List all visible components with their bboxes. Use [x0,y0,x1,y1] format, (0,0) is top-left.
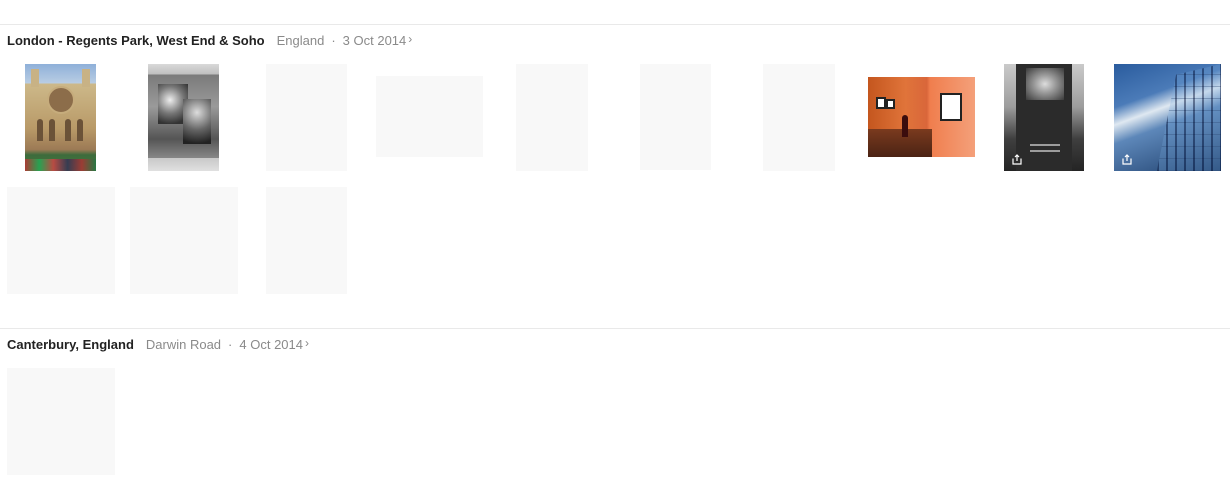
cathedral-tower [31,69,39,87]
share-icon[interactable] [1122,154,1132,165]
photo-placeholder[interactable] [763,64,835,171]
photo-thumbnail[interactable] [1114,64,1221,171]
gallery-frame [886,99,895,109]
crowd [25,159,96,171]
photo-thumbnail[interactable] [148,64,219,171]
chevron-right-icon[interactable]: › [408,32,412,46]
mural-figure [183,99,211,144]
photo-placeholder[interactable] [7,187,115,294]
poster-image [1026,68,1064,100]
share-icon[interactable] [1012,154,1022,165]
cathedral-window [65,119,71,141]
photo-placeholder[interactable] [266,187,347,294]
gallery-floor [868,129,933,157]
gallery-visitor [902,115,908,137]
photo-placeholder[interactable] [516,64,588,171]
photo-thumbnail[interactable] [868,77,975,157]
moment-title[interactable]: Canterbury, England [7,337,134,352]
moment-separator: · [331,32,336,48]
photo-thumbnail[interactable] [25,64,96,171]
moment-title[interactable]: London - Regents Park, West End & Soho [7,33,265,48]
gallery-frame [876,97,886,109]
cathedral-tower [82,69,90,87]
section-divider [0,328,1230,329]
poster-edge [1072,64,1084,171]
photo-placeholder[interactable] [7,368,115,475]
photo-placeholder[interactable] [640,64,711,170]
building-facade [1156,64,1221,171]
cathedral-window [37,119,43,141]
moment-date: 3 Oct 2014 [342,32,407,48]
moment-location: England [276,32,325,48]
cathedral-window [49,119,55,141]
moment-separator: · [228,336,233,352]
moment-location: Darwin Road [145,336,222,352]
photo-placeholder[interactable] [266,64,347,171]
photo-placeholder[interactable] [130,187,238,294]
photo-thumbnail[interactable] [1004,64,1084,171]
chevron-right-icon[interactable]: › [305,336,309,350]
poster-text-line [1030,150,1060,152]
photo-placeholder[interactable] [376,76,483,157]
section-divider [0,24,1230,25]
moment-header-london[interactable]: London - Regents Park, West End & Soho E… [7,31,412,49]
gallery-frame [940,93,962,121]
cathedral-window [77,119,83,141]
poster-text-line [1030,144,1060,146]
moment-date: 4 Oct 2014 [239,336,303,352]
moment-header-canterbury[interactable]: Canterbury, England Darwin Road · 4 Oct … [7,335,309,353]
cathedral-rose-window [47,86,75,114]
